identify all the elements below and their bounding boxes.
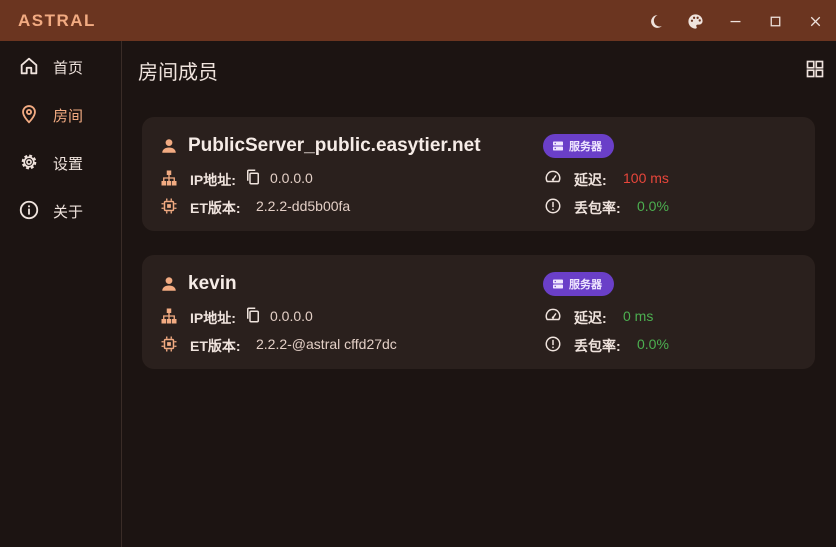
server-icon (553, 279, 563, 289)
alert-circle-icon (545, 198, 561, 214)
badge-label: 服务器 (569, 141, 602, 153)
member-card: PublicServer_public.easytier.net IP地址: 0… (142, 117, 815, 231)
packet-loss-label: 丢包率: (574, 200, 621, 216)
sidebar-item-label: 关于 (53, 204, 84, 221)
version-value: 2.2.2-@astral cffd27dc (256, 336, 397, 352)
palette-icon (687, 13, 703, 29)
page-title: 房间成员 (138, 62, 218, 84)
user-icon (162, 277, 176, 291)
latency-value: 100 ms (623, 170, 669, 186)
member-card: kevin IP地址: 0.0.0.0 ET版本: 2.2.2-@astral … (142, 255, 815, 369)
latency-value: 0 ms (623, 308, 654, 324)
latency-label: 延迟: (574, 310, 607, 326)
ip-label: IP地址: (190, 172, 236, 188)
speedometer-icon (545, 170, 561, 183)
sidebar-item-label: 首页 (53, 60, 84, 77)
ip-label: IP地址: (190, 310, 236, 326)
member-name: kevin (188, 273, 237, 294)
packet-loss-value: 0.0% (637, 198, 669, 214)
version-label: ET版本: (190, 200, 241, 216)
chip-icon (161, 198, 177, 214)
moon-icon (650, 14, 662, 28)
ip-value: 0.0.0.0 (270, 308, 313, 324)
sidebar: 首页 房间 设置 关于 (0, 41, 122, 547)
close-button[interactable] (802, 8, 828, 34)
user-icon (162, 139, 176, 153)
gear-icon (21, 154, 37, 170)
version-value: 2.2.2-dd5b00fa (256, 198, 351, 214)
sidebar-item-about[interactable]: 关于 (0, 189, 121, 229)
badge-label: 服务器 (569, 279, 602, 291)
copy-icon[interactable] (244, 168, 262, 186)
sidebar-item-label: 设置 (53, 156, 84, 173)
title-bar: ASTRAL (0, 0, 836, 41)
maximize-icon (770, 16, 780, 26)
location-pin-icon (22, 105, 36, 124)
app-name: ASTRAL (18, 11, 96, 30)
chip-icon (161, 336, 177, 352)
packet-loss-value: 0.0% (637, 336, 669, 352)
color-theme-button[interactable] (682, 8, 708, 34)
latency-label: 延迟: (574, 172, 607, 188)
alert-circle-icon (545, 336, 561, 352)
grid-view-icon[interactable] (805, 59, 825, 79)
server-icon (553, 141, 563, 151)
speedometer-icon (545, 308, 561, 321)
maximize-button[interactable] (762, 8, 788, 34)
packet-loss-label: 丢包率: (574, 338, 621, 354)
network-icon (161, 170, 177, 186)
copy-icon[interactable] (244, 306, 262, 324)
close-icon (810, 16, 820, 26)
home-icon (20, 57, 38, 75)
network-icon (161, 308, 177, 324)
server-badge[interactable]: 服务器 (543, 272, 614, 296)
server-badge[interactable]: 服务器 (543, 134, 614, 158)
ip-value: 0.0.0.0 (270, 170, 313, 186)
info-icon (19, 200, 39, 220)
theme-mode-button[interactable] (642, 8, 668, 34)
version-label: ET版本: (190, 338, 241, 354)
minimize-button[interactable] (722, 8, 748, 34)
sidebar-item-room[interactable]: 房间 (0, 93, 121, 133)
sidebar-item-home[interactable]: 首页 (0, 45, 121, 85)
minimize-icon (730, 20, 740, 22)
sidebar-item-settings[interactable]: 设置 (0, 141, 121, 181)
sidebar-item-label: 房间 (53, 108, 84, 125)
member-name: PublicServer_public.easytier.net (188, 135, 481, 156)
